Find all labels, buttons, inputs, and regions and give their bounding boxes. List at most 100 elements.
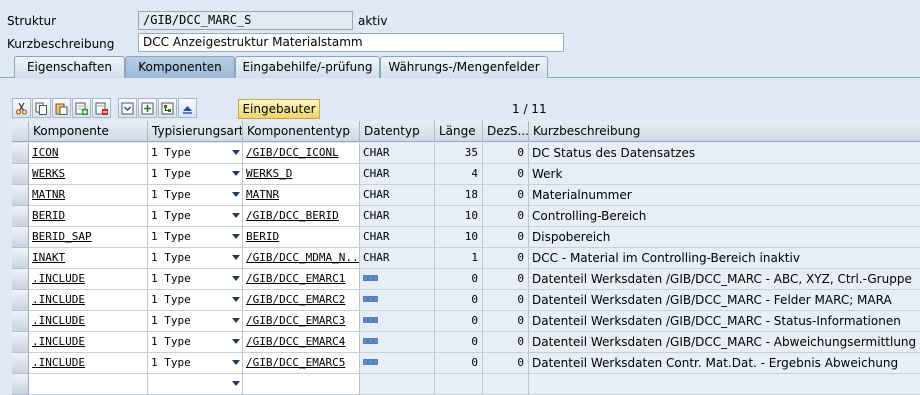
dropdown-arrow-icon[interactable] bbox=[232, 276, 240, 281]
insert-row-icon[interactable] bbox=[72, 98, 91, 118]
table-row: .INCLUDE 1 Type/GIB/DCC_EMARC5 0 0 Datenteil… bbox=[12, 353, 920, 374]
header-selector[interactable] bbox=[12, 121, 29, 142]
typing-method-cell[interactable]: 1 Type bbox=[148, 164, 243, 185]
expand-icon[interactable] bbox=[118, 98, 137, 118]
component-name-cell[interactable]: INAKT bbox=[29, 248, 148, 269]
typing-method-cell[interactable] bbox=[148, 374, 243, 395]
row-selector[interactable] bbox=[12, 164, 29, 185]
row-selector[interactable] bbox=[12, 290, 29, 311]
tab-eingabehilfe[interactable]: Eingabehilfe/-prüfung bbox=[235, 56, 380, 78]
typing-method-cell[interactable]: 1 Type bbox=[148, 353, 243, 374]
component-name-cell[interactable]: BERID bbox=[29, 206, 148, 227]
component-type-cell[interactable]: /GIB/DCC_EMARC3 bbox=[243, 311, 360, 332]
description-cell: DC Status des Datensatzes bbox=[529, 143, 920, 164]
tab-eigenschaften[interactable]: Eigenschaften bbox=[14, 56, 125, 78]
typing-method-cell[interactable]: 1 Type bbox=[148, 185, 243, 206]
col-komponente[interactable]: Komponente bbox=[29, 121, 148, 142]
copy-icon[interactable] bbox=[32, 98, 51, 118]
tab-komponenten[interactable]: Komponenten bbox=[125, 56, 235, 78]
new-component-icon[interactable] bbox=[138, 98, 157, 118]
dropdown-arrow-icon[interactable] bbox=[232, 150, 240, 155]
typing-method-cell[interactable]: 1 Type bbox=[148, 332, 243, 353]
row-selector[interactable] bbox=[12, 353, 29, 374]
table-row: WERKS 1 Type WERKS_D CHAR 4 0 Werk bbox=[12, 164, 920, 185]
include-icon bbox=[363, 359, 378, 365]
paste-icon[interactable] bbox=[52, 98, 71, 118]
row-selector[interactable] bbox=[12, 248, 29, 269]
typing-method-cell[interactable]: 1 Type bbox=[148, 269, 243, 290]
component-type-cell[interactable]: /GIB/DCC_ICONL bbox=[243, 143, 360, 164]
component-type-cell[interactable]: /GIB/DCC_EMARC2 bbox=[243, 290, 360, 311]
tree-icon[interactable] bbox=[158, 98, 177, 118]
row-selector[interactable] bbox=[12, 374, 29, 395]
data-type-text: CHAR bbox=[363, 251, 390, 264]
row-selector[interactable] bbox=[12, 185, 29, 206]
row-selector[interactable] bbox=[12, 227, 29, 248]
component-name-cell[interactable]: .INCLUDE bbox=[29, 332, 148, 353]
dropdown-arrow-icon[interactable] bbox=[232, 360, 240, 365]
row-selector[interactable] bbox=[12, 332, 29, 353]
component-type-cell[interactable]: /GIB/DCC_EMARC5 bbox=[243, 353, 360, 374]
kurzbeschreibung-input[interactable]: DCC Anzeigestruktur Materialstamm bbox=[138, 33, 564, 52]
table-row: .INCLUDE 1 Type/GIB/DCC_EMARC4 0 0 Datenteil… bbox=[12, 332, 920, 353]
description-cell: Materialnummer bbox=[529, 185, 920, 206]
row-selector[interactable] bbox=[12, 311, 29, 332]
col-komponententyp[interactable]: Komponententyp bbox=[243, 121, 360, 142]
dropdown-arrow-icon[interactable] bbox=[232, 339, 240, 344]
eingebauter-typ-button[interactable]: Eingebauter Typ bbox=[238, 99, 320, 134]
move-up-icon[interactable] bbox=[178, 98, 197, 118]
component-name-cell[interactable]: WERKS bbox=[29, 164, 148, 185]
typing-method-cell[interactable]: 1 Type bbox=[148, 290, 243, 311]
dropdown-arrow-icon[interactable] bbox=[232, 234, 240, 239]
dropdown-arrow-icon[interactable] bbox=[232, 297, 240, 302]
table-row: MATNR 1 Type MATNR CHAR 18 0 Materialnummer bbox=[12, 185, 920, 206]
typing-method-text: 1 Type bbox=[151, 251, 191, 264]
col-datentyp[interactable]: Datentyp bbox=[360, 121, 435, 142]
row-selector[interactable] bbox=[12, 269, 29, 290]
dropdown-arrow-icon[interactable] bbox=[232, 192, 240, 197]
delete-row-icon[interactable] bbox=[92, 98, 111, 118]
component-name-cell[interactable]: BERID_SAP bbox=[29, 227, 148, 248]
dropdown-arrow-icon[interactable] bbox=[232, 213, 240, 218]
component-type-cell[interactable]: MATNR bbox=[243, 185, 360, 206]
dropdown-arrow-icon[interactable] bbox=[232, 255, 240, 260]
dropdown-arrow-icon[interactable] bbox=[232, 171, 240, 176]
dropdown-arrow-icon[interactable] bbox=[232, 318, 240, 323]
component-name-cell[interactable]: .INCLUDE bbox=[29, 290, 148, 311]
col-typisierungsart[interactable]: Typisierungsart bbox=[148, 121, 243, 142]
row-selector[interactable] bbox=[12, 143, 29, 164]
component-type-cell[interactable]: /GIB/DCC_MDMA_N... bbox=[243, 248, 360, 269]
row-selector[interactable] bbox=[12, 206, 29, 227]
component-type-cell[interactable]: /GIB/DCC_BERID bbox=[243, 206, 360, 227]
cut-icon[interactable] bbox=[12, 98, 31, 118]
decimals-cell: 0 bbox=[483, 269, 529, 290]
component-type-cell[interactable]: WERKS_D bbox=[243, 164, 360, 185]
col-dezstellen[interactable]: DezS... bbox=[483, 121, 529, 142]
component-type-cell[interactable]: /GIB/DCC_EMARC1 bbox=[243, 269, 360, 290]
component-name-cell[interactable] bbox=[29, 374, 148, 395]
component-name-cell[interactable]: .INCLUDE bbox=[29, 353, 148, 374]
data-type-cell bbox=[360, 269, 435, 290]
dropdown-arrow-icon[interactable] bbox=[232, 381, 240, 386]
typing-method-cell[interactable]: 1 Type bbox=[148, 143, 243, 164]
component-name-cell[interactable]: .INCLUDE bbox=[29, 269, 148, 290]
length-cell: 0 bbox=[435, 353, 483, 374]
include-icon bbox=[363, 338, 378, 344]
typing-method-cell[interactable]: 1 Type bbox=[148, 311, 243, 332]
length-cell bbox=[435, 374, 483, 395]
data-type-cell bbox=[360, 290, 435, 311]
include-icon bbox=[363, 275, 378, 281]
component-name-cell[interactable]: MATNR bbox=[29, 185, 148, 206]
table-header: Komponente Typisierungsart Komponententy… bbox=[12, 121, 920, 142]
col-kurzbeschreibung[interactable]: Kurzbeschreibung bbox=[529, 121, 920, 142]
component-type-cell[interactable]: /GIB/DCC_EMARC4 bbox=[243, 332, 360, 353]
col-laenge[interactable]: Länge bbox=[435, 121, 483, 142]
component-name-cell[interactable]: ICON bbox=[29, 143, 148, 164]
typing-method-cell[interactable]: 1 Type bbox=[148, 227, 243, 248]
tab-waehrungsfelder[interactable]: Währungs-/Mengenfelder bbox=[380, 56, 548, 78]
typing-method-cell[interactable]: 1 Type bbox=[148, 206, 243, 227]
component-type-cell[interactable] bbox=[243, 374, 360, 395]
component-type-cell[interactable]: BERID bbox=[243, 227, 360, 248]
component-name-cell[interactable]: .INCLUDE bbox=[29, 311, 148, 332]
typing-method-cell[interactable]: 1 Type bbox=[148, 248, 243, 269]
